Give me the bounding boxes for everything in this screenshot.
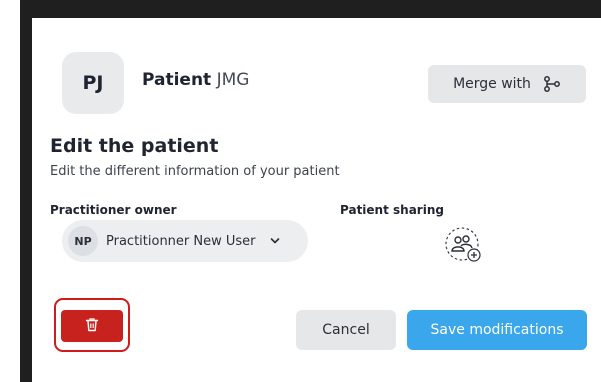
save-modifications-button[interactable]: Save modifications [407,310,587,350]
patient-code: JMG [216,70,250,90]
owner-avatar: NP [68,226,98,256]
owner-initials: NP [74,234,92,248]
section-subtitle: Edit the different information of your p… [50,164,340,179]
delete-patient-button[interactable] [61,310,123,342]
patient-title-word: Patient [142,70,212,90]
patient-initials: PJ [82,72,104,94]
edit-patient-modal: PJ Patient JMG Merge with Edit the patie… [32,18,601,382]
owner-name: Practitionner New User [106,233,256,249]
cancel-label: Cancel [322,322,370,338]
chevron-down-icon [270,234,280,249]
patient-avatar: PJ [62,52,124,114]
merge-with-label: Merge with [453,76,531,92]
practitioner-owner-select[interactable]: NP Practitionner New User [62,220,308,262]
save-label: Save modifications [430,322,564,338]
add-people-icon[interactable] [444,226,484,266]
merge-with-button[interactable]: Merge with [428,65,586,103]
patient-title: Patient JMG [142,70,249,90]
practitioner-owner-label: Practitioner owner [50,203,177,217]
trash-icon [85,317,99,336]
merge-branch-icon [543,76,561,92]
section-title: Edit the patient [50,135,219,157]
cancel-button[interactable]: Cancel [296,310,396,350]
patient-sharing-label: Patient sharing [340,203,444,217]
